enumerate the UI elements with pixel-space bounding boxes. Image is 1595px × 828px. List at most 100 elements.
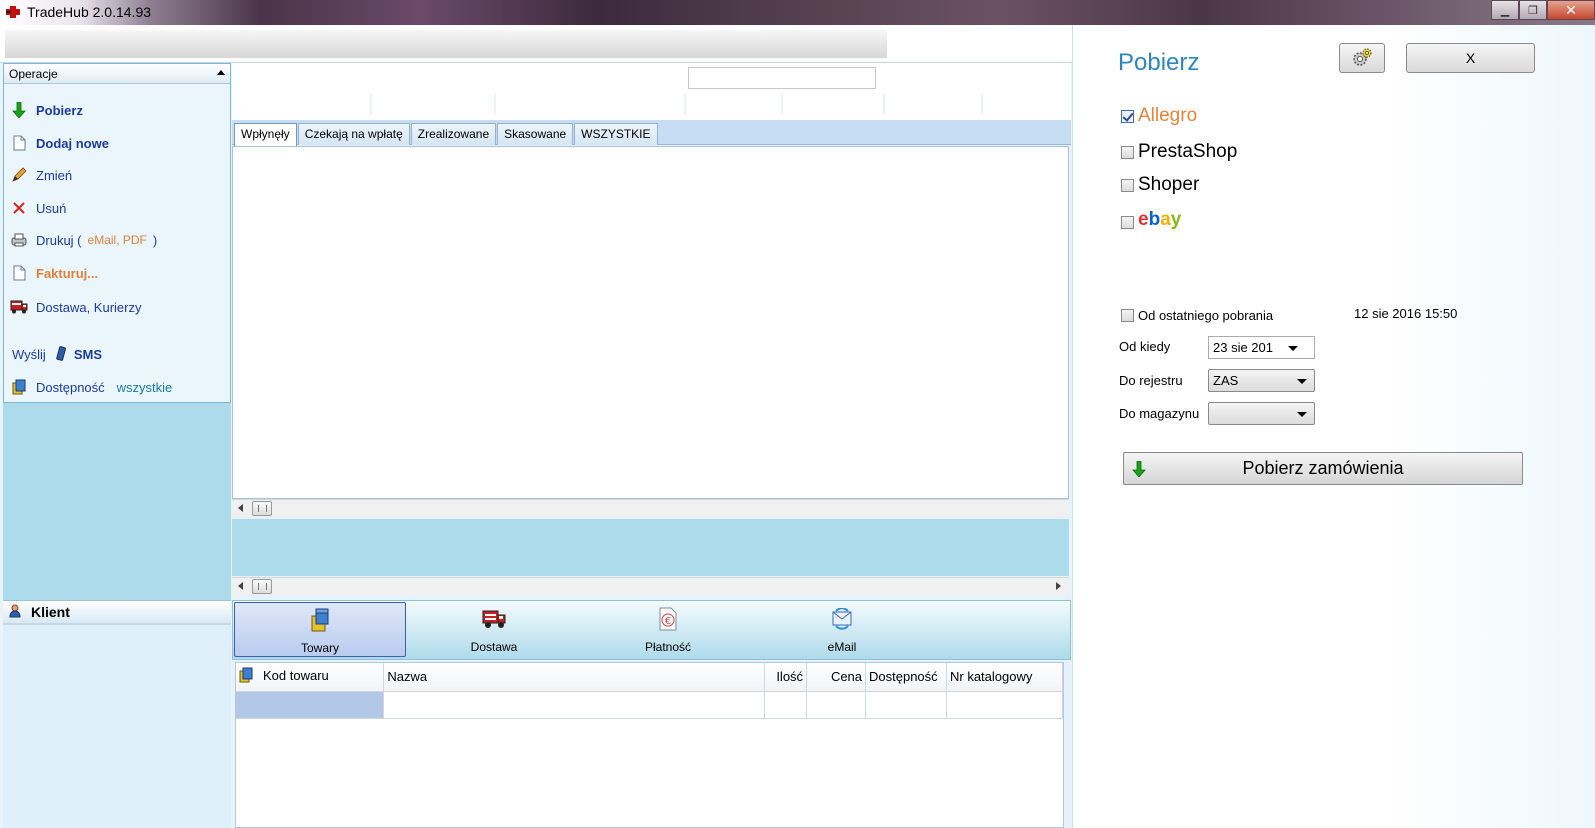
since-last-download[interactable]: Od ostatniego pobrania (1121, 308, 1273, 323)
detail-hscrollbar[interactable] (232, 577, 1069, 595)
table-cell[interactable] (806, 691, 867, 719)
tab-email[interactable]: eMail (756, 602, 928, 657)
from-date-picker[interactable]: 23 sie 201 (1208, 336, 1315, 359)
invoice-document-icon (10, 265, 28, 281)
ebay-logo: ebay (1138, 208, 1182, 236)
printer-icon (10, 232, 28, 248)
filter-row (232, 63, 1071, 120)
register-select[interactable]: ZAS (1208, 369, 1315, 392)
prestashop-checkbox[interactable] (1121, 145, 1134, 159)
since-last-checkbox[interactable] (1121, 309, 1134, 322)
client-header-label: Klient (31, 604, 70, 620)
op-print-formats[interactable]: eMail, PDF (88, 233, 147, 247)
chevron-down-icon[interactable] (1297, 412, 1307, 417)
tab-delivery[interactable]: Dostawa (408, 602, 580, 657)
app-logo-icon (6, 6, 20, 18)
tab-received[interactable]: Wpłynęły (234, 123, 297, 146)
tab-payment[interactable]: € Płatność (582, 602, 754, 657)
orders-panel: Wpłynęły Czekają na wpłatę Zrealizowane … (232, 63, 1071, 828)
filter-column[interactable] (232, 93, 372, 115)
col-header-quantity[interactable]: Ilość (764, 663, 808, 692)
filter-column[interactable] (496, 93, 686, 115)
filter-column[interactable] (686, 93, 783, 115)
tab-goods-label: Towary (300, 641, 339, 655)
allegro-label: Allegro (1138, 105, 1198, 126)
availability-filter[interactable]: wszystkie (117, 380, 173, 395)
close-window-button[interactable]: ✕ (1547, 0, 1595, 20)
scroll-left-arrow-icon[interactable] (238, 582, 243, 590)
source-ebay[interactable]: ebay (1121, 208, 1182, 236)
tab-goods[interactable]: Towary (234, 602, 406, 657)
orders-grid[interactable] (232, 146, 1069, 499)
shoper-checkbox[interactable] (1121, 178, 1134, 192)
filter-input[interactable] (688, 67, 876, 89)
op-add-new[interactable]: Dodaj nowe (10, 133, 109, 153)
table-cell[interactable] (946, 691, 1063, 719)
col-header-name[interactable]: Nazwa (383, 663, 766, 692)
detail-area (232, 519, 1069, 576)
table-row[interactable] (236, 691, 1063, 719)
op-print[interactable]: Drukuj ( eMail, PDF ) (10, 230, 157, 250)
green-down-arrow-icon (10, 102, 28, 118)
collapse-arrow-icon[interactable] (217, 70, 225, 75)
col-header-price[interactable]: Cena (806, 663, 867, 692)
table-cell[interactable] (764, 691, 808, 719)
op-download[interactable]: Pobierz (10, 100, 83, 120)
filter-column[interactable] (885, 93, 983, 115)
op-delete-label: Usuń (36, 200, 67, 216)
tab-awaiting-payment[interactable]: Czekają na wpłatę (297, 123, 410, 145)
allegro-checkbox[interactable] (1121, 109, 1134, 123)
op-send-sms[interactable]: Wyślij SMS (12, 344, 102, 364)
truck-icon (482, 606, 506, 632)
chevron-down-icon[interactable] (1288, 346, 1298, 351)
since-last-label: Od ostatniego pobrania (1138, 308, 1274, 323)
minimize-button[interactable]: ▁ (1491, 0, 1519, 20)
op-availability[interactable]: Dostępność wszystkie (10, 377, 172, 397)
op-invoice[interactable]: Fakturuj... (10, 263, 98, 283)
order-status-tabs: Wpłynęły Czekają na wpłatę Zrealizowane … (232, 120, 1071, 146)
client-header[interactable]: Klient (3, 601, 231, 625)
filter-column[interactable] (983, 93, 1069, 115)
tab-completed[interactable]: Zrealizowane (410, 123, 497, 145)
maximize-button[interactable]: ❐ (1519, 0, 1547, 20)
scroll-thumb[interactable] (252, 501, 272, 516)
chevron-down-icon[interactable] (1297, 379, 1307, 384)
fetch-orders-label: Pobierz zamówienia (1242, 458, 1404, 478)
source-prestashop[interactable]: PrestaShop (1121, 141, 1237, 163)
close-panel-button[interactable]: X (1406, 43, 1535, 73)
warehouse-select[interactable] (1208, 402, 1315, 425)
send-prefix: Wyślij (12, 346, 46, 362)
fetch-orders-button[interactable]: Pobierz zamówienia (1123, 452, 1523, 485)
red-x-icon (10, 200, 28, 216)
toolbar-area (5, 30, 887, 58)
op-delivery[interactable]: Dostawa, Kurierzy (10, 297, 141, 317)
op-edit[interactable]: Zmień (10, 165, 72, 185)
op-print-close-paren: ) (152, 232, 158, 248)
scroll-left-arrow-icon[interactable] (238, 504, 243, 512)
ebay-checkbox[interactable] (1121, 215, 1134, 229)
scroll-thumb[interactable] (252, 579, 272, 594)
email-sync-icon (830, 606, 854, 632)
table-cell[interactable] (865, 691, 947, 719)
title-bar: TradeHub 2.0.14.93 ▁ ❐ ✕ (0, 0, 1595, 25)
op-add-new-label: Dodaj nowe (36, 135, 109, 151)
operations-header-label: Operacje (9, 67, 58, 81)
operations-header[interactable]: Operacje (4, 64, 230, 84)
source-shoper[interactable]: Shoper (1121, 174, 1199, 196)
source-allegro[interactable]: Allegro (1121, 105, 1197, 127)
tab-all[interactable]: WSZYSTKIE (574, 123, 658, 145)
col-header-availability[interactable]: Dostępność (865, 663, 947, 692)
gear-icon (1353, 48, 1372, 66)
settings-button[interactable] (1339, 43, 1385, 73)
scroll-right-arrow-icon[interactable] (1056, 582, 1061, 590)
boxes-icon (10, 379, 28, 395)
tab-deleted[interactable]: Skasowane (497, 123, 574, 145)
orders-hscrollbar[interactable] (232, 499, 1069, 517)
op-delete[interactable]: Usuń (10, 198, 66, 218)
col-header-code[interactable]: Kod towaru (236, 663, 385, 692)
col-header-catalog-number[interactable]: Nr katalogowy (946, 663, 1063, 692)
filter-column[interactable] (783, 93, 885, 115)
filter-column[interactable] (372, 93, 496, 115)
table-cell[interactable] (236, 691, 385, 719)
table-cell[interactable] (383, 691, 766, 719)
